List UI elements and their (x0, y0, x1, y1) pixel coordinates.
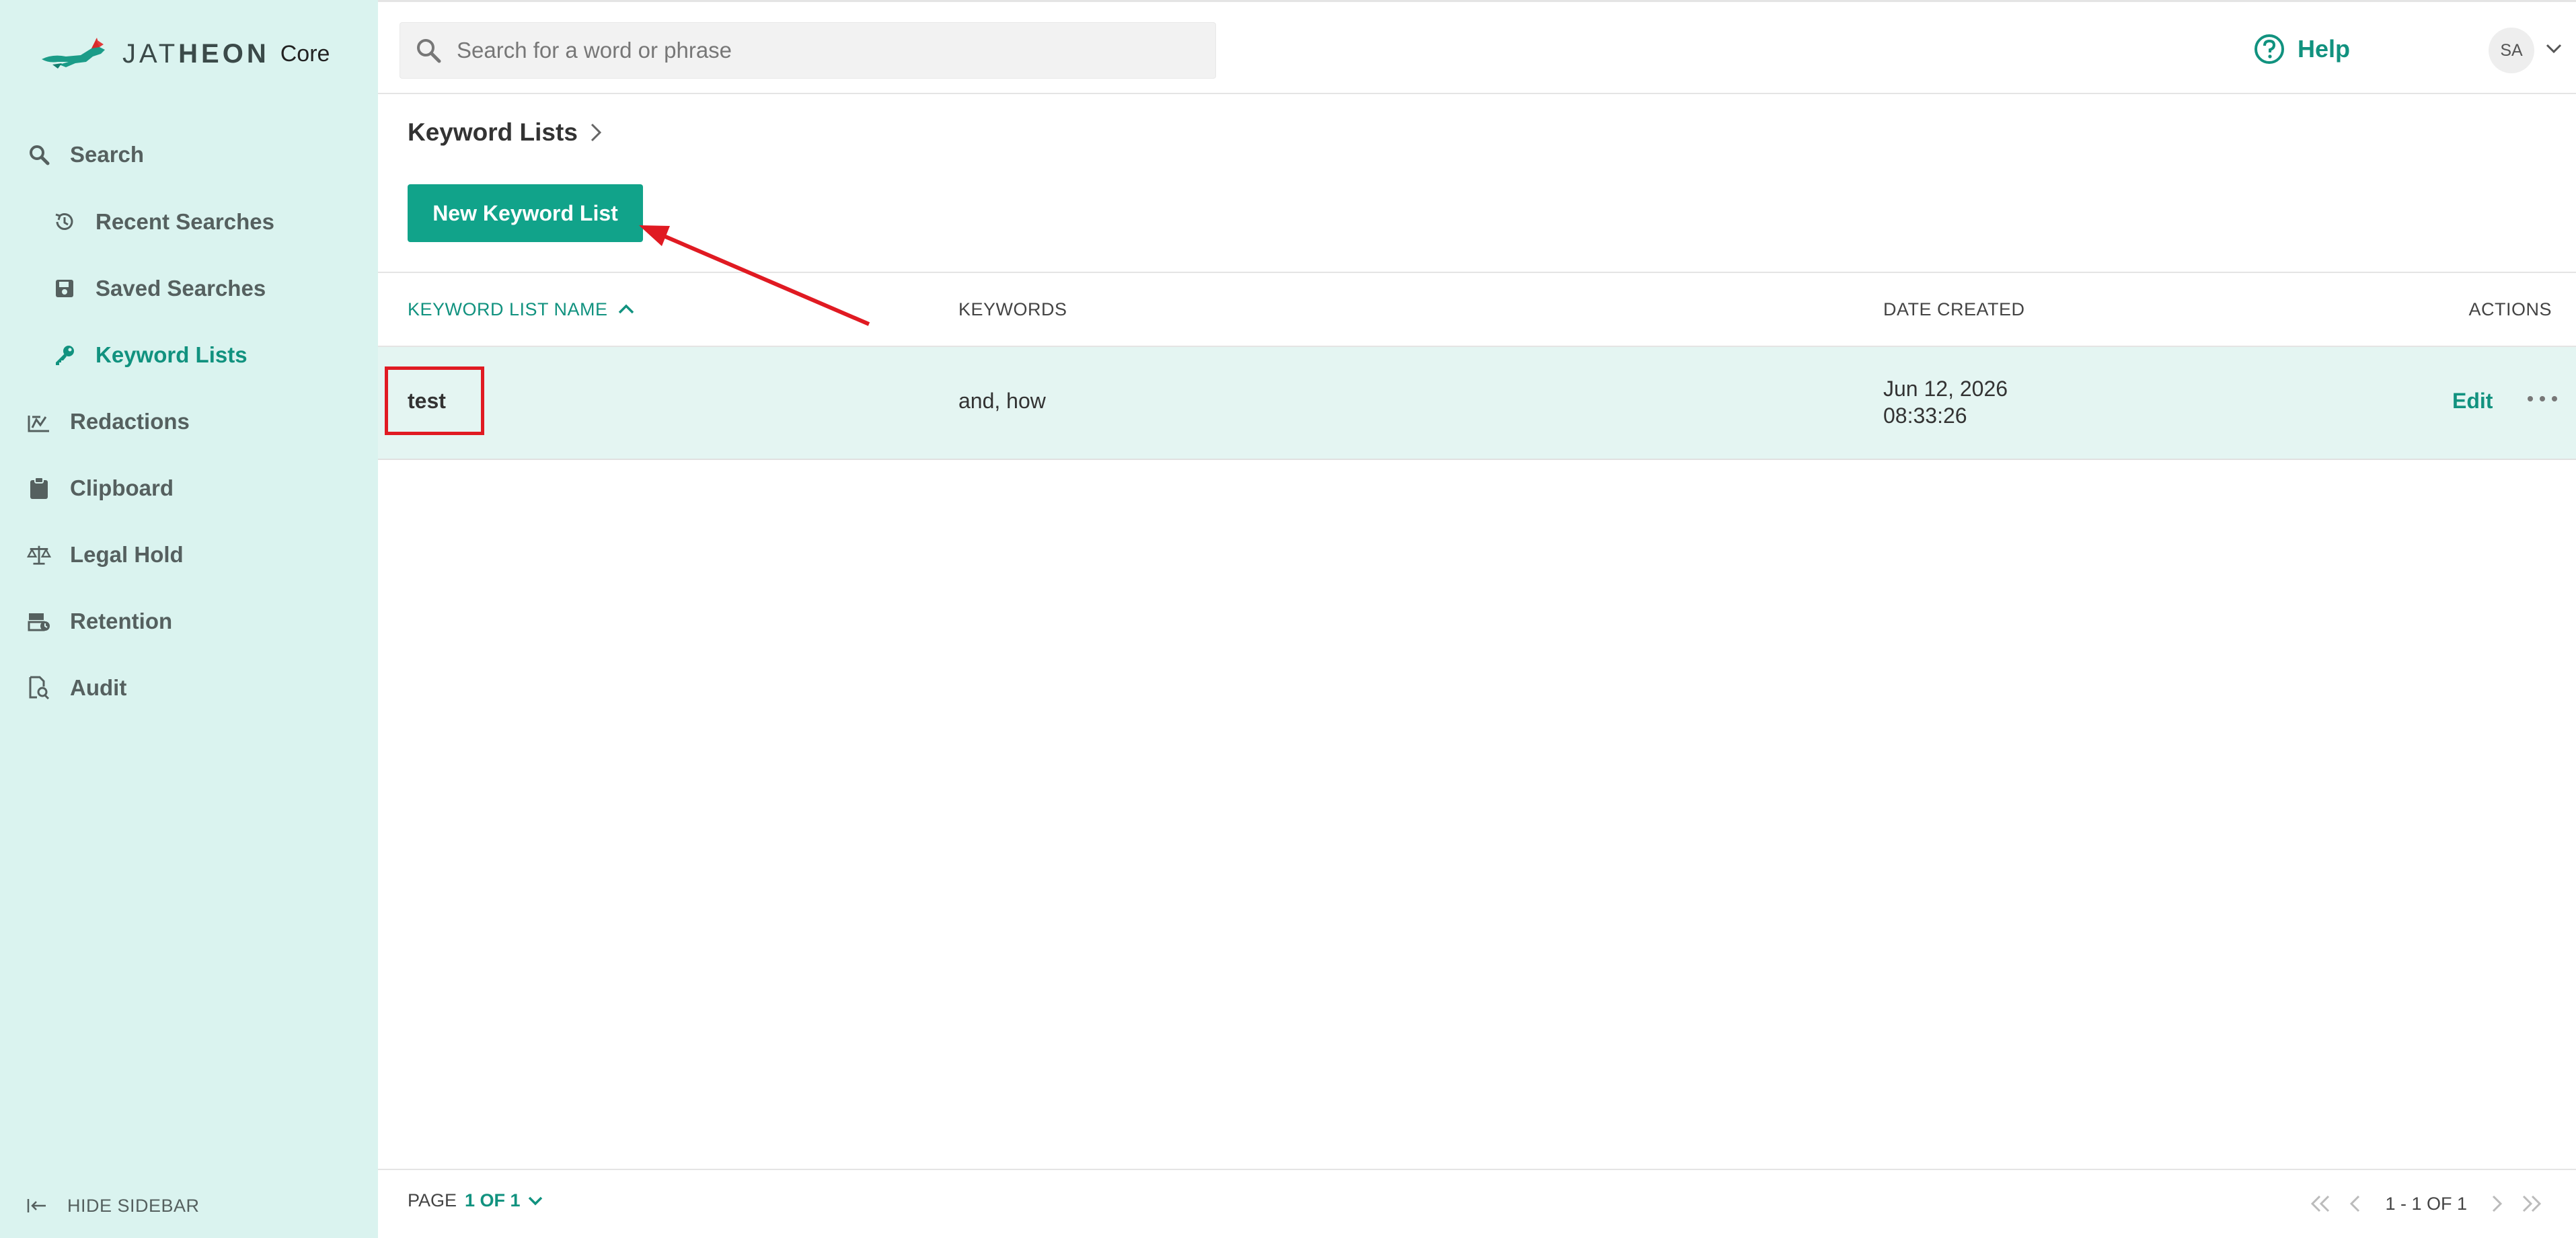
sidebar-item-label: Audit (70, 675, 127, 700)
breadcrumb: Keyword Lists (408, 118, 602, 147)
date-line: Jun 12, 2026 (1883, 377, 2008, 401)
sidebar-item-legal-hold[interactable]: Legal Hold (27, 535, 184, 575)
chevron-down-icon[interactable] (2545, 42, 2563, 54)
sort-ascending-icon (618, 304, 634, 314)
help-label: Help (2298, 35, 2351, 63)
sidebar-item-label: Keyword Lists (96, 342, 248, 367)
new-keyword-list-button[interactable]: New Keyword List (408, 184, 643, 242)
prev-page-icon[interactable] (2342, 1189, 2369, 1218)
sidebar-item-recent-searches[interactable]: Recent Searches (52, 202, 274, 242)
keyword-list-name[interactable]: test (408, 389, 446, 414)
keyword-list-keywords: and, how (958, 389, 1046, 413)
page-indicator: PAGE 1 OF 1 (408, 1190, 543, 1211)
global-search[interactable] (400, 22, 1216, 79)
key-icon (52, 343, 77, 367)
help-button[interactable]: Help (2253, 29, 2350, 69)
sidebar-item-label: Retention (70, 609, 173, 633)
last-page-icon[interactable] (2518, 1189, 2545, 1218)
time-line: 08:33:26 (1883, 403, 1967, 428)
sidebar-item-clipboard[interactable]: Clipboard (27, 468, 174, 508)
save-icon (52, 276, 77, 301)
page-title[interactable]: Keyword Lists (408, 118, 578, 147)
sidebar-item-label: Search (70, 142, 145, 167)
sidebar-item-label: Saved Searches (96, 276, 266, 301)
table-header: KEYWORD LIST NAME KEYWORDS DATE CREATED … (378, 272, 2576, 347)
keyword-list-date: Jun 12, 2026 08:33:26 (1883, 375, 2008, 429)
sidebar-item-label: Redactions (70, 409, 190, 434)
help-icon (2255, 34, 2284, 64)
table-row[interactable]: test and, how Jun 12, 2026 08:33:26 Edit (378, 347, 2576, 460)
next-page-icon[interactable] (2483, 1189, 2510, 1218)
collapse-left-icon (27, 1199, 46, 1212)
sidebar-item-retention[interactable]: Retention (27, 601, 172, 642)
clipboard-icon (27, 476, 51, 500)
page-range: 1 - 1 OF 1 (2385, 1193, 2467, 1214)
sidebar-item-saved-searches[interactable]: Saved Searches (52, 268, 266, 309)
chevron-right-icon (591, 123, 602, 142)
column-header-date-created[interactable]: DATE CREATED (1883, 273, 2025, 346)
search-icon (417, 39, 441, 63)
jatheon-logo[interactable]: JATHEON Core (39, 32, 330, 75)
hide-sidebar-label: HIDE SIDEBAR (67, 1195, 200, 1216)
top-bar: Help SA (378, 0, 2576, 94)
search-icon (27, 143, 51, 167)
sidebar-item-search[interactable]: Search (27, 134, 144, 175)
main-content: Keyword Lists New Keyword List KEYWORD L… (378, 94, 2576, 1169)
sidebar-item-redactions[interactable]: Redactions (27, 401, 190, 442)
sidebar-item-label: Legal Hold (70, 542, 184, 567)
history-icon (52, 210, 77, 234)
sidebar-item-label: Clipboard (70, 475, 174, 500)
fox-logo-icon (42, 38, 105, 69)
retention-icon (27, 609, 51, 633)
search-input[interactable] (455, 37, 1195, 64)
sidebar-item-label: Recent Searches (96, 209, 274, 234)
more-actions-icon[interactable] (2522, 382, 2563, 416)
wordmark: JATHEON (122, 38, 270, 69)
pager: 1 - 1 OF 1 (2303, 1189, 2549, 1218)
page-select[interactable]: 1 OF 1 (465, 1190, 543, 1211)
user-avatar[interactable]: SA (2489, 28, 2534, 73)
hide-sidebar-button[interactable]: HIDE SIDEBAR (27, 1189, 200, 1223)
column-header-name[interactable]: KEYWORD LIST NAME (408, 273, 635, 346)
sidebar-item-audit[interactable]: Audit (27, 668, 126, 708)
sidebar-item-keyword-lists[interactable]: Keyword Lists (52, 335, 248, 375)
first-page-icon[interactable] (2307, 1189, 2334, 1218)
edit-link[interactable]: Edit (2452, 389, 2493, 414)
redaction-icon (27, 410, 51, 434)
column-header-keywords[interactable]: KEYWORDS (958, 273, 1067, 346)
chevron-down-icon (528, 1196, 542, 1205)
column-header-actions: ACTIONS (2468, 299, 2552, 319)
audit-icon (27, 676, 51, 700)
product-name: Core (280, 40, 330, 67)
scale-icon (27, 543, 51, 567)
footer-pagination: PAGE 1 OF 1 1 - 1 OF 1 (378, 1169, 2576, 1238)
sidebar: JATHEON Core Search Recent Searches Save… (0, 0, 378, 1238)
